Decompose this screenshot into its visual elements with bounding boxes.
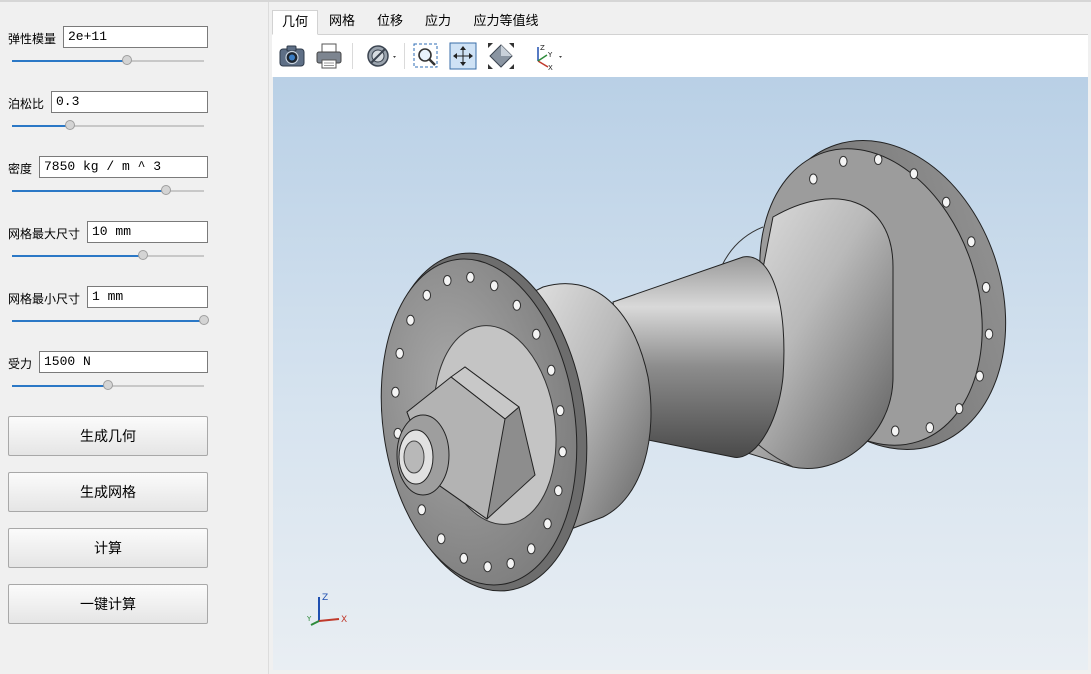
compute-button[interactable]: 计算	[8, 528, 208, 568]
elastic-modulus-input[interactable]: 2e+11	[63, 26, 208, 48]
param-label-poisson-ratio: 泊松比	[8, 97, 45, 111]
bolt-hole	[967, 236, 976, 248]
viewer-toolbar: ZYX	[272, 35, 1088, 77]
slider-handle[interactable]	[122, 55, 133, 65]
tab-displacement[interactable]: 位移	[368, 10, 412, 34]
bolt-hole	[483, 561, 492, 573]
generate-geometry-button[interactable]: 生成几何	[8, 416, 208, 456]
axis-view-icon[interactable]: ZYX	[530, 41, 566, 71]
density-slider[interactable]	[12, 185, 204, 195]
panel-divider	[268, 2, 269, 674]
tab-geometry[interactable]: 几何	[272, 10, 318, 35]
param-label-density: 密度	[8, 162, 33, 176]
bolt-hole	[543, 518, 552, 530]
poisson-ratio-input[interactable]: 0.3	[51, 91, 208, 113]
bolt-hole	[873, 154, 883, 165]
bolt-hole	[546, 364, 556, 376]
bolt-hole	[558, 446, 567, 458]
slider-handle[interactable]	[199, 315, 209, 325]
view-tabs: 几何 网格 位移 应力 应力等值线	[272, 10, 1088, 35]
bolt-hole	[941, 196, 951, 208]
hub-model	[380, 140, 1007, 592]
bolt-hole	[890, 425, 900, 437]
bolt-hole	[417, 504, 426, 516]
poisson-ratio-slider[interactable]	[12, 120, 204, 130]
param-label-elastic-modulus: 弹性模量	[8, 32, 57, 46]
bolt-hole	[532, 328, 541, 340]
bolt-hole	[954, 403, 964, 415]
parameter-panel: 弹性模量 2e+11 泊松比 0.3 密度 7850 kg / m ^ 3 网格…	[0, 2, 268, 674]
force-slider[interactable]	[12, 380, 204, 390]
fit-all-icon[interactable]	[448, 41, 478, 71]
bolt-hole	[406, 314, 415, 326]
tab-stress-contour[interactable]: 应力等值线	[466, 10, 546, 34]
bolt-hole	[554, 485, 563, 497]
param-label-force: 受力	[8, 357, 33, 371]
svg-text:X: X	[341, 615, 347, 625]
camera-icon[interactable]	[277, 41, 307, 71]
bolt-hole	[975, 370, 984, 382]
bolt-hole	[984, 328, 994, 340]
bolt-hole	[506, 558, 515, 569]
bolt-hole	[809, 173, 818, 185]
elastic-modulus-slider[interactable]	[12, 55, 204, 65]
bolt-hole	[422, 289, 432, 301]
tab-stress[interactable]: 应力	[416, 10, 460, 34]
slider-handle[interactable]	[64, 120, 75, 130]
print-icon[interactable]	[314, 41, 344, 71]
bolt-hole	[925, 422, 935, 434]
mesh-min-size-input[interactable]: 1 mm	[87, 286, 208, 308]
mesh-min-size-slider[interactable]	[12, 315, 209, 325]
bolt-hole	[526, 543, 536, 555]
mesh-max-size-slider[interactable]	[12, 250, 204, 260]
slider-handle[interactable]	[137, 250, 148, 260]
bolt-hole	[459, 552, 469, 564]
bolt-hole	[909, 168, 919, 180]
svg-text:X: X	[548, 64, 553, 71]
bolt-hole	[466, 271, 475, 283]
bolt-hole	[395, 347, 404, 359]
toolbar-separator	[404, 43, 405, 69]
tab-mesh[interactable]: 网格	[320, 10, 364, 34]
perspective-icon[interactable]	[486, 41, 516, 71]
mesh-max-size-input[interactable]: 10 mm	[87, 221, 208, 243]
param-label-mesh-max-size: 网格最大尺寸	[8, 227, 81, 241]
one-click-compute-button[interactable]: 一键计算	[8, 584, 208, 624]
slider-handle[interactable]	[103, 380, 113, 390]
force-input[interactable]: 1500 N	[39, 351, 208, 373]
view-mode-icon[interactable]	[364, 41, 400, 71]
axis-triad: Z X Y	[306, 591, 357, 627]
toolbar-separator	[352, 43, 353, 69]
bolt-hole	[489, 280, 499, 292]
bolt-hole	[391, 386, 400, 398]
bolt-hole	[436, 533, 446, 545]
bolt-hole	[512, 299, 522, 311]
generate-mesh-button[interactable]: 生成网格	[8, 472, 208, 512]
svg-text:Y: Y	[307, 615, 312, 623]
bolt-hole	[839, 155, 848, 167]
svg-text:Z: Z	[322, 593, 328, 603]
slider-handle[interactable]	[160, 185, 171, 195]
bolt-hole	[981, 281, 991, 293]
zoom-box-icon[interactable]	[411, 41, 441, 71]
3d-viewport[interactable]: Z X Y	[273, 77, 1088, 670]
bolt-hole	[555, 405, 565, 417]
svg-text:Y: Y	[547, 51, 553, 59]
density-input[interactable]: 7850 kg / m ^ 3	[39, 156, 208, 178]
param-label-mesh-min-size: 网格最小尺寸	[8, 292, 81, 306]
bolt-hole	[443, 275, 452, 286]
svg-text:Z: Z	[540, 44, 545, 52]
